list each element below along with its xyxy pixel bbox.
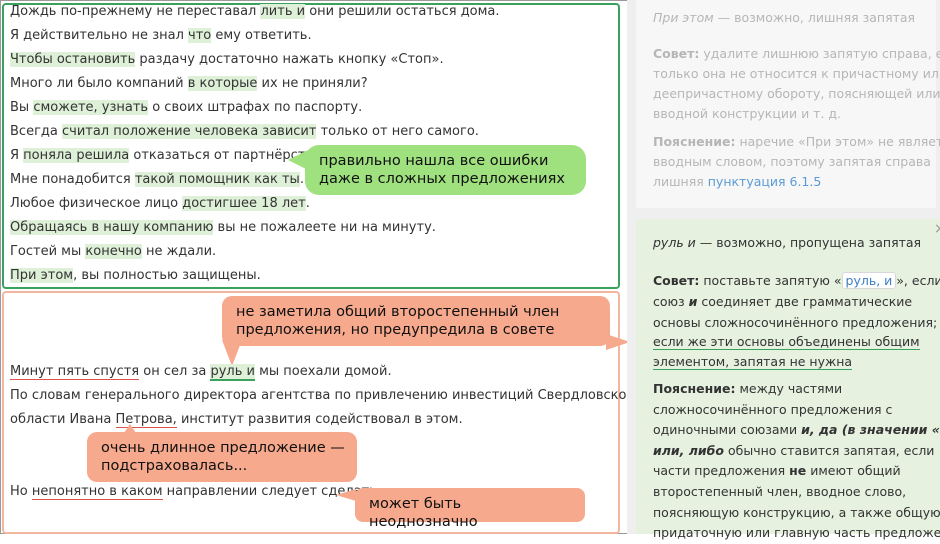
text-line: Минут пять спустя он сел за руль и мы по… xyxy=(10,364,392,381)
error-mark[interactable]: такой помощник как ты xyxy=(134,172,300,187)
text-line: Чтобы остановить раздачу достаточно нажа… xyxy=(10,52,444,67)
bubble-tail xyxy=(122,424,138,436)
text-line: Много ли было компаний в которые их не п… xyxy=(10,76,368,91)
error-mark[interactable]: достигшее 18 лет xyxy=(182,196,306,211)
error-mark[interactable]: считал положение человека зависит xyxy=(61,124,317,139)
text-line: Любое физическое лицо достигшее 18 лет. xyxy=(10,196,310,211)
text-line: Я поняла решила отказаться от партнёрств… xyxy=(10,148,326,163)
suggested-fix-chip[interactable]: руль, и xyxy=(841,272,897,289)
error-mark[interactable]: руль и xyxy=(210,364,255,381)
text-line: Дождь по-прежнему не переставал лить и о… xyxy=(10,4,500,19)
text-line: Мне понадобится такой помощник как ты. xyxy=(10,172,304,187)
text-line: Гостей мы конечно не ждали. xyxy=(10,244,217,259)
text-line: Но непонятно в каком направлении следует… xyxy=(10,484,381,500)
error-mark[interactable]: конечно xyxy=(85,244,142,259)
error-mark[interactable]: поняла решила xyxy=(23,148,130,163)
error-mark[interactable]: лить и xyxy=(260,4,306,19)
text-line: области Ивана Петрова, институт развития… xyxy=(10,412,463,428)
bubble-tail xyxy=(336,489,356,501)
error-mark[interactable]: в которые xyxy=(187,76,258,91)
error-mark[interactable]: Минут пять спустя xyxy=(10,364,140,380)
annotation-bubble-ambiguous: может быть неоднозначно xyxy=(355,488,585,530)
text-line: Вы сможете, узнать о своих штрафах по па… xyxy=(10,100,363,115)
text-line: Всегда считал положение человека зависит… xyxy=(10,124,479,139)
error-mark[interactable]: что xyxy=(188,28,212,43)
error-mark[interactable]: Обращаясь в нашу компанию xyxy=(10,220,214,235)
text-line: Обращаясь в нашу компанию вы не пожалеет… xyxy=(10,220,436,235)
annotation-bubble-long: очень длинное предложение — подстраховал… xyxy=(87,432,357,482)
text-line: Я действительно не знал что ему ответить… xyxy=(10,28,312,43)
suggestion-card-active[interactable]: руль и — возможно, пропущена запятая Сов… xyxy=(636,219,940,540)
text-line: По словам генерального директора агентст… xyxy=(10,388,635,403)
annotation-bubble-missed: не заметила общий второстепенный член пр… xyxy=(222,296,610,346)
error-mark[interactable]: При этом xyxy=(10,268,74,283)
rule-link[interactable]: пунктуация 6.1.5 xyxy=(708,174,822,189)
text-line: При этом, вы полностью защищены. xyxy=(10,268,261,283)
error-mark[interactable]: Чтобы остановить xyxy=(10,52,136,67)
error-mark[interactable]: сможете, узнать xyxy=(33,100,149,115)
annotation-bubble-correct: правильно нашла все ошибки даже в сложны… xyxy=(305,145,586,195)
suggestion-card-inactive[interactable]: При этом — возможно, лишняя запятая Сове… xyxy=(636,0,940,208)
error-mark[interactable]: непонятно в каком xyxy=(31,484,163,500)
bubble-tail xyxy=(288,150,308,170)
close-icon[interactable]: × xyxy=(934,221,940,237)
